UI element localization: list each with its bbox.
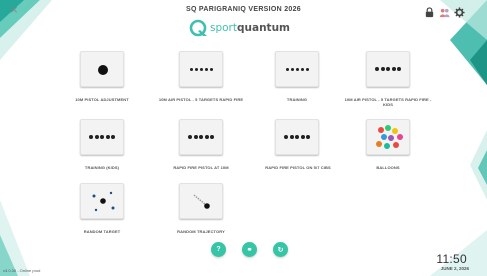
link-button[interactable]: ⚭ <box>242 242 257 257</box>
tile-training-kids[interactable] <box>80 119 124 155</box>
refresh-button[interactable]: ↻ <box>273 242 288 257</box>
tile-random-target[interactable] <box>80 183 124 219</box>
five-dots-pictogram <box>276 120 318 154</box>
tile-random-trajectory[interactable] <box>179 183 223 219</box>
single-dot-pictogram <box>98 65 108 75</box>
top-right-icons <box>424 7 465 18</box>
five-dots-pictogram <box>276 52 318 86</box>
tile-label: 10M PISTOL ADJUSTMENT <box>75 97 129 102</box>
logo-mark-icon <box>189 19 207 37</box>
tile-label: RANDOM TARGET <box>83 229 121 234</box>
help-button[interactable]: ? <box>211 242 226 257</box>
five-dots-pictogram <box>81 120 123 154</box>
logo-text-bold: quantum <box>237 22 290 34</box>
people-icon[interactable] <box>439 7 450 18</box>
app-title: SQ PARIGRANIQ VERSION 2026 <box>185 6 302 13</box>
five-dots-pictogram <box>180 52 222 86</box>
tile-rapid-fire-pistol-10m[interactable] <box>179 119 223 155</box>
date-label: JUNE 2, 2026 <box>440 266 469 271</box>
tile-label: RANDOM TRAJECTORY <box>177 229 225 234</box>
tile-label: RAPID FIRE PISTOL ON 5/7 CIBS <box>265 165 331 170</box>
trajectory-pictogram <box>193 194 210 209</box>
clock: 11:50 <box>436 252 467 266</box>
tile-label: 10M AIR PISTOL - 5 TARGETS RAPID FIRE - … <box>344 97 432 107</box>
five-dots-pictogram <box>180 120 222 154</box>
logo-text: sportquantum <box>210 22 290 34</box>
version-label: v3.0.30 - Online prod <box>3 268 41 273</box>
tile-10m-air-pistol-rapid-fire[interactable] <box>179 51 223 87</box>
tile-balloons[interactable] <box>366 119 410 155</box>
scattered-dots-pictogram <box>92 191 115 212</box>
lock-icon[interactable] <box>424 7 435 18</box>
tile-training[interactable] <box>275 51 319 87</box>
logo-text-light: sport <box>210 22 237 34</box>
tile-10m-pistol-adjustment[interactable] <box>80 51 124 87</box>
gear-icon[interactable] <box>454 7 465 18</box>
five-dots-pictogram <box>367 52 409 86</box>
balloons-pictogram <box>376 125 403 149</box>
tile-label: RAPID FIRE PISTOL AT 10M <box>173 165 229 170</box>
tile-label: 10M AIR PISTOL - 5 TARGETS RAPID FIRE <box>158 97 244 102</box>
tile-label: TRAINING (KIDS) <box>84 165 120 170</box>
tile-rapid-fire-pistol-5-7-cibs[interactable] <box>275 119 319 155</box>
sportquantum-logo: sportquantum <box>188 19 308 37</box>
tile-10m-air-pistol-rapid-fire-kids[interactable] <box>366 51 410 87</box>
tile-label: BALLOONS <box>376 165 400 170</box>
tile-label: TRAINING <box>286 97 308 102</box>
background-geometry <box>0 0 487 276</box>
